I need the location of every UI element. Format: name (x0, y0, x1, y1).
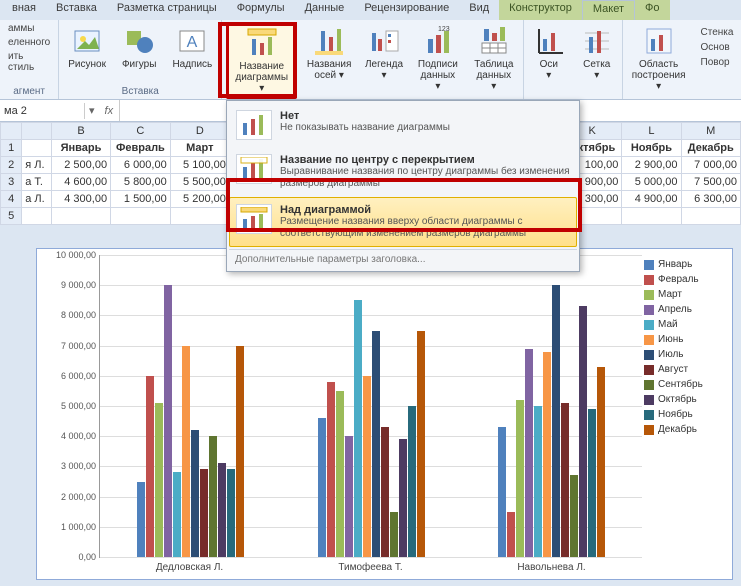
plot-area-button[interactable]: Областьпостроения ▾ (627, 22, 691, 95)
shapes-icon (123, 25, 155, 57)
tab-chart-layout[interactable]: Макет (582, 0, 635, 20)
chart-floor-button[interactable]: Основ (697, 41, 738, 54)
data-table-button[interactable]: Таблицаданных ▾ (469, 22, 519, 95)
side-item-1[interactable]: аммы (4, 22, 39, 35)
tab-formulas[interactable]: Формулы (227, 0, 295, 20)
plot-area-icon (643, 25, 675, 57)
above-icon (236, 204, 272, 234)
namebox-dropdown-icon[interactable]: ▾ (85, 104, 99, 117)
dd-more-options[interactable]: Дополнительные параметры заголовка... (229, 249, 577, 269)
chart-legend: ЯнварьФевральМартАпрельМайИюньИюльАвгуст… (642, 255, 724, 573)
grid-icon (581, 25, 613, 57)
fx-icon[interactable]: fx (99, 105, 120, 117)
tab-layout-page[interactable]: Разметка страницы (107, 0, 227, 20)
dd-option-none[interactable]: НетНе показывать название диаграммы (229, 103, 577, 147)
ribbon-tabs: вная Вставка Разметка страницы Формулы Д… (0, 0, 741, 20)
tab-chart-format[interactable]: Фо (635, 0, 669, 20)
chart-title-dropdown: НетНе показывать название диаграммы Назв… (226, 100, 580, 272)
picture-icon (71, 25, 103, 57)
overlay-icon (236, 154, 272, 184)
legend-button[interactable]: Легенда▾ (361, 22, 407, 84)
chart-rotation-button[interactable]: Повор (697, 56, 738, 69)
dd-option-overlay[interactable]: Название по центру с перекрытиемВыравнив… (229, 147, 577, 197)
chart-x-labels: Дедловская Л.Тимофеева Т.Навольнева Л. (99, 558, 642, 573)
chart-title-button[interactable]: Названиедиаграммы ▾ (226, 22, 297, 99)
chart-plot-area: 0,001 000,002 000,003 000,004 000,005 00… (99, 255, 642, 558)
axes-icon (533, 25, 565, 57)
ribbon-bar: аммы еленного ить стиль агмент Рисунок Ф… (0, 20, 741, 100)
group-fragment: агмент (4, 84, 54, 97)
tab-insert[interactable]: Вставка (46, 0, 107, 20)
svg-text:123: 123 (438, 26, 450, 33)
data-labels-icon: 123 (422, 25, 454, 57)
axis-title-icon (313, 25, 345, 57)
svg-text:A: A (187, 34, 198, 51)
textbox-icon: A (176, 25, 208, 57)
axes-button[interactable]: Оси▾ (528, 22, 570, 84)
side-item-2[interactable]: еленного (4, 36, 54, 49)
tab-review[interactable]: Рецензирование (354, 0, 459, 20)
side-item-3[interactable]: ить стиль (4, 50, 54, 74)
group-axes (528, 95, 618, 97)
legend-icon (368, 25, 400, 57)
tab-chart-design[interactable]: Конструктор (499, 0, 582, 20)
insert-shapes-button[interactable]: Фигуры (117, 22, 161, 73)
insert-textbox-button[interactable]: AНадпись (167, 22, 217, 73)
chart-wall-button[interactable]: Стенка (697, 26, 738, 39)
data-labels-button[interactable]: 123Подписиданных ▾ (413, 22, 463, 95)
tab-data[interactable]: Данные (295, 0, 355, 20)
axis-titles-button[interactable]: Названияосей ▾ (303, 22, 355, 84)
group-insert-label: Вставка (63, 84, 217, 97)
gridlines-button[interactable]: Сетка▾ (576, 22, 618, 84)
embedded-chart[interactable]: 0,001 000,002 000,003 000,004 000,005 00… (36, 248, 733, 580)
name-box[interactable]: ма 2 (0, 103, 85, 119)
dd-option-above[interactable]: Над диаграммойРазмещение названия вверху… (229, 197, 577, 247)
data-table-icon (478, 25, 510, 57)
chart-title-icon (246, 27, 278, 59)
none-icon (236, 110, 272, 140)
tab-view[interactable]: Вид (459, 0, 499, 20)
group-background (627, 95, 738, 97)
insert-picture-button[interactable]: Рисунок (63, 22, 111, 73)
tab-home[interactable]: вная (2, 0, 46, 20)
